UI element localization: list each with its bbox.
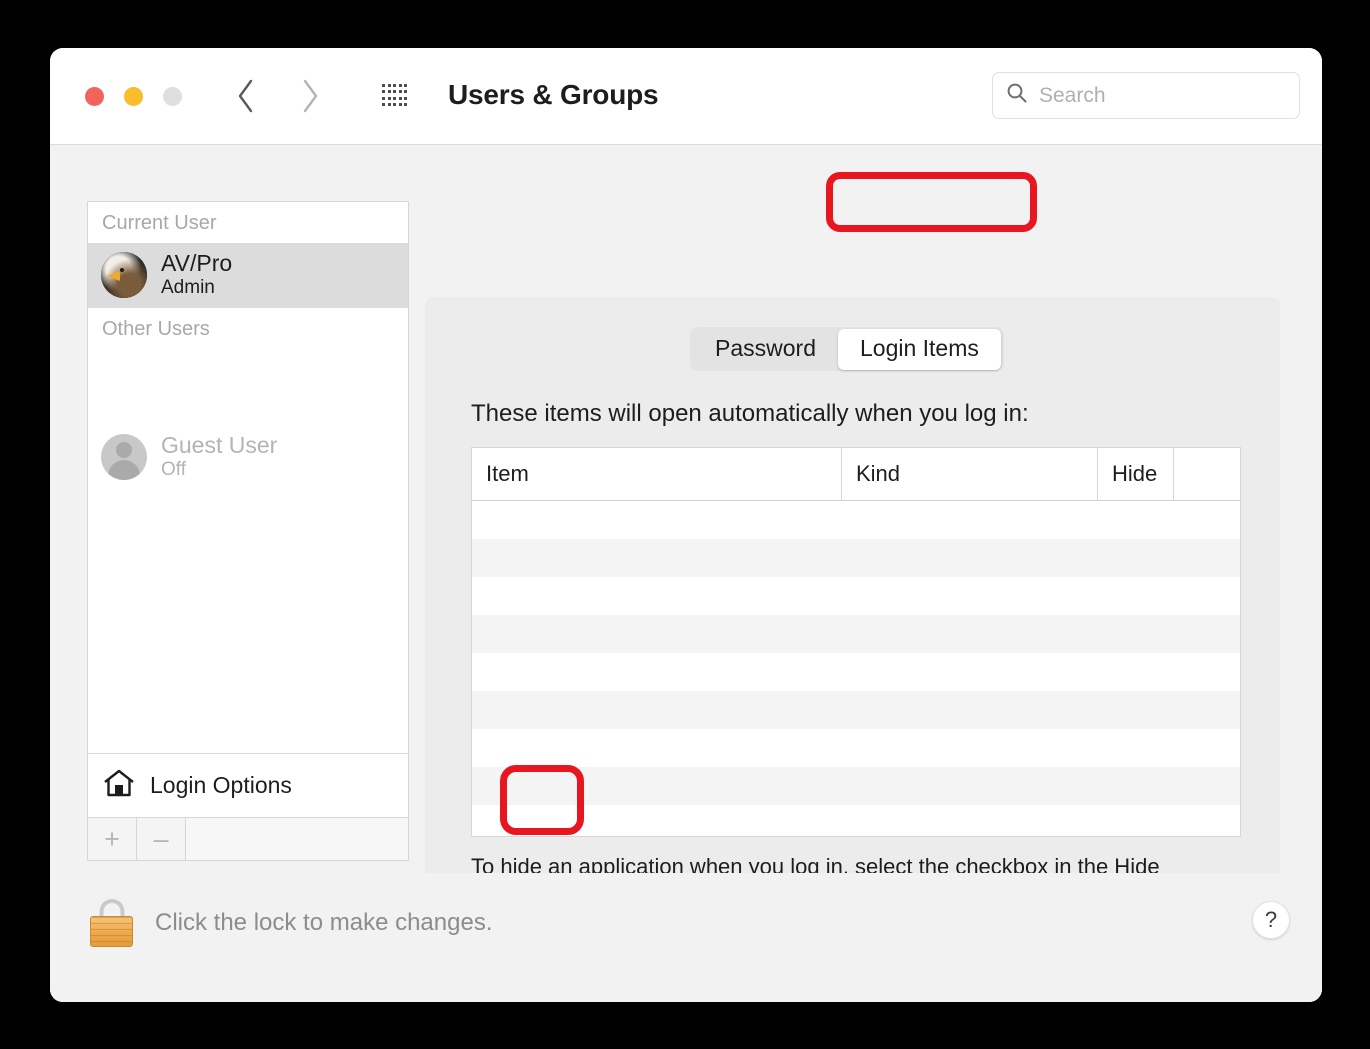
- users-sidebar: Current User AV/Pro Admin Other Users Gu…: [87, 201, 409, 861]
- show-all-grid-icon[interactable]: [382, 84, 409, 108]
- navigation-arrows: [235, 76, 321, 116]
- search-field[interactable]: Search: [992, 72, 1300, 119]
- lock-control[interactable]: Click the lock to make changes.: [90, 899, 493, 947]
- zoom-window-button: [163, 87, 182, 106]
- tab-login-items[interactable]: Login Items: [837, 328, 1001, 370]
- sidebar-footer: + –: [88, 817, 408, 860]
- table-row[interactable]: [472, 577, 1240, 615]
- add-user-button[interactable]: +: [88, 818, 137, 860]
- tab-password[interactable]: Password: [693, 329, 838, 370]
- column-header-extra[interactable]: [1174, 448, 1240, 500]
- tab-bar: Password Login Items: [690, 327, 1004, 371]
- sidebar-item-login-options[interactable]: Login Options: [88, 753, 408, 817]
- forward-chevron-icon[interactable]: [299, 76, 321, 116]
- help-button[interactable]: ?: [1252, 901, 1290, 939]
- back-chevron-icon[interactable]: [235, 76, 257, 116]
- users-list: Current User AV/Pro Admin Other Users Gu…: [88, 202, 408, 753]
- bottom-bar: Click the lock to make changes. ?: [50, 873, 1322, 1002]
- content-panel: Password Login Items These items will op…: [425, 297, 1280, 962]
- preferences-window: Users & Groups Search Current User AV/Pr…: [50, 48, 1322, 1002]
- sidebar-item-guest-user[interactable]: Guest User Off: [88, 425, 408, 490]
- sidebar-item-av-pro[interactable]: AV/Pro Admin: [88, 243, 408, 309]
- window-titlebar: Users & Groups Search: [50, 48, 1322, 145]
- user-name: Guest User: [161, 432, 278, 459]
- group-header-current-user: Current User: [102, 212, 217, 234]
- table-row[interactable]: [472, 729, 1240, 767]
- table-row[interactable]: [472, 691, 1240, 729]
- table-row[interactable]: [472, 767, 1240, 805]
- closed-padlock-icon[interactable]: [90, 899, 133, 947]
- lock-hint-text: Click the lock to make changes.: [155, 909, 493, 936]
- column-header-item[interactable]: Item: [472, 448, 842, 500]
- login-items-table: Item Kind Hide: [471, 447, 1241, 837]
- user-role: Off: [161, 458, 186, 480]
- close-window-button[interactable]: [85, 87, 104, 106]
- table-body: [472, 501, 1240, 836]
- table-row[interactable]: [472, 501, 1240, 539]
- table-row[interactable]: [472, 539, 1240, 577]
- group-header-other-users: Other Users: [102, 318, 210, 341]
- user-role: Admin: [161, 276, 215, 298]
- search-icon: [1005, 81, 1029, 110]
- table-row[interactable]: [472, 615, 1240, 653]
- avatar: [101, 251, 147, 298]
- login-options-label: Login Options: [150, 772, 292, 798]
- avatar: [101, 433, 147, 480]
- page-title: Users & Groups: [448, 79, 659, 110]
- user-name: AV/Pro: [161, 250, 233, 276]
- sidebar-footer-filler: [186, 818, 408, 860]
- column-header-kind[interactable]: Kind: [842, 448, 1098, 500]
- window-body: Current User AV/Pro Admin Other Users Gu…: [50, 145, 1322, 1002]
- panel-heading: These items will open automatically when…: [471, 400, 1029, 427]
- table-header-row: Item Kind Hide: [472, 448, 1240, 501]
- column-header-hide[interactable]: Hide: [1098, 448, 1174, 500]
- table-row[interactable]: [472, 805, 1240, 836]
- table-row[interactable]: [472, 653, 1240, 691]
- minimize-window-button[interactable]: [124, 87, 143, 106]
- home-icon: [102, 768, 136, 803]
- search-placeholder: Search: [1039, 83, 1106, 107]
- remove-user-button[interactable]: –: [137, 818, 186, 860]
- traffic-lights: [85, 87, 182, 106]
